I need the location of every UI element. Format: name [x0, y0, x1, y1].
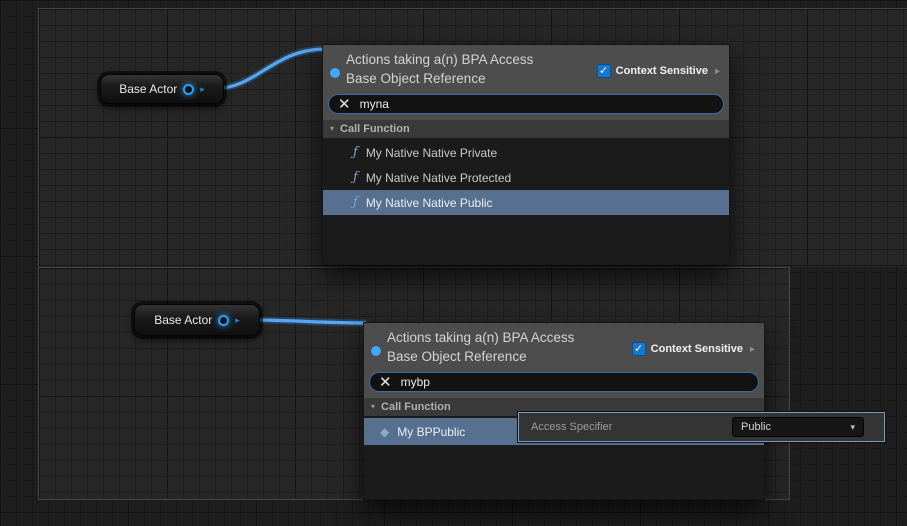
search-value: mybp — [401, 375, 430, 389]
object-output-pin[interactable] — [218, 315, 229, 326]
clear-search-icon[interactable]: ✕ — [379, 375, 392, 390]
pin-arrow-icon: ▸ — [235, 316, 240, 325]
list-item-selected[interactable]: ƒ My Native Native Public — [323, 190, 729, 215]
clear-search-icon[interactable]: ✕ — [338, 97, 351, 112]
access-specifier-label: Access Specifier — [519, 421, 732, 433]
node-base-actor-bottom[interactable]: Base Actor ▸ — [134, 304, 260, 336]
context-sensitive-checkbox[interactable]: ✓ — [597, 64, 611, 78]
object-output-pin[interactable] — [183, 84, 194, 95]
function-icon: ƒ — [353, 170, 358, 185]
blueprint-function-icon: ◆ — [380, 426, 389, 438]
node-title: Base Actor — [119, 82, 177, 96]
blueprint-graph-editor: Base Actor ▸ Base Actor ▸ Actions taking… — [0, 0, 907, 526]
expander-arrow-icon[interactable]: ▸ — [715, 66, 720, 77]
item-label: My Native Native Public — [366, 196, 493, 210]
action-menu-top: Actions taking a(n) BPA Access Base Obje… — [322, 44, 730, 265]
item-label: My Native Native Protected — [366, 171, 511, 185]
collapse-triangle-icon[interactable]: ▾ — [330, 125, 334, 133]
category-label: Call Function — [381, 401, 451, 413]
item-label: My Native Native Private — [366, 146, 497, 160]
access-specifier-tooltip: Access Specifier Public ▾ — [518, 412, 885, 442]
action-menu-bottom: Actions taking a(n) BPA Access Base Obje… — [363, 322, 765, 500]
access-specifier-dropdown[interactable]: Public ▾ — [732, 417, 864, 437]
action-list: ƒ My Native Native Private ƒ My Native N… — [323, 138, 729, 264]
context-sensitive-label: Context Sensitive — [651, 343, 743, 355]
search-input[interactable]: ✕ myna — [328, 94, 724, 114]
category-call-function[interactable]: ▾ Call Function — [323, 120, 729, 138]
node-title: Base Actor — [154, 313, 212, 327]
search-row: ✕ myna — [323, 91, 729, 120]
function-icon: ƒ — [353, 195, 358, 210]
context-sensitive-control: ✓ Context Sensitive ▸ — [597, 64, 720, 78]
context-sensitive-checkbox[interactable]: ✓ — [632, 342, 646, 356]
object-reference-pin-icon — [371, 346, 381, 356]
search-value: myna — [360, 97, 389, 111]
function-icon: ƒ — [353, 145, 358, 160]
item-label: My BPPublic — [397, 425, 465, 439]
pin-arrow-icon: ▸ — [200, 85, 205, 94]
action-menu-header: Actions taking a(n) BPA Access Base Obje… — [364, 323, 764, 369]
object-reference-pin-icon — [330, 68, 340, 78]
search-input[interactable]: ✕ mybp — [369, 372, 759, 392]
context-sensitive-control: ✓ Context Sensitive ▸ — [632, 342, 755, 356]
search-row: ✕ mybp — [364, 369, 764, 398]
node-base-actor-top[interactable]: Base Actor ▸ — [100, 74, 224, 104]
action-menu-header: Actions taking a(n) BPA Access Base Obje… — [323, 45, 729, 91]
expander-arrow-icon[interactable]: ▸ — [750, 344, 755, 355]
category-label: Call Function — [340, 123, 410, 135]
dropdown-value: Public — [741, 421, 771, 433]
chevron-down-icon: ▾ — [850, 423, 855, 432]
list-item[interactable]: ƒ My Native Native Private — [323, 140, 729, 165]
context-sensitive-label: Context Sensitive — [616, 65, 708, 77]
list-item[interactable]: ƒ My Native Native Protected — [323, 165, 729, 190]
collapse-triangle-icon[interactable]: ▾ — [371, 403, 375, 411]
